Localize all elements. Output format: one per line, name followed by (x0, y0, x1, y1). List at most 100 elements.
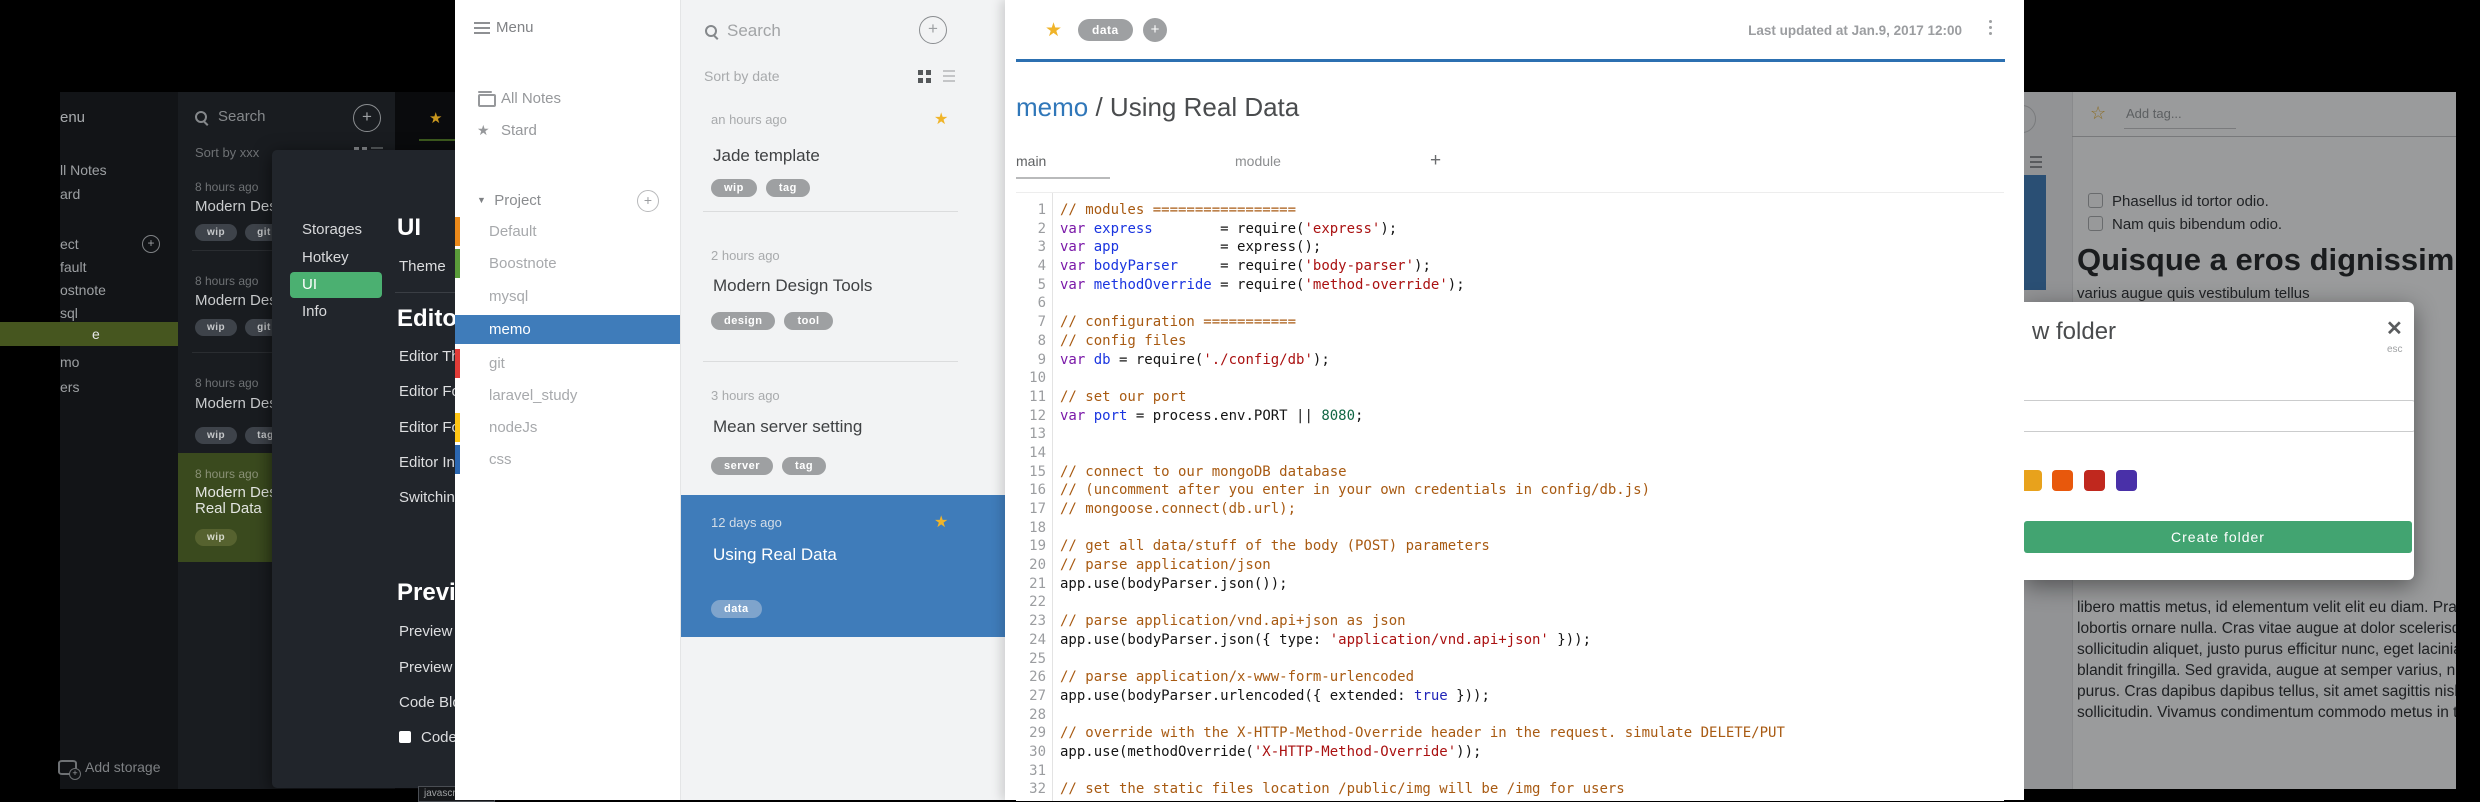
sidebar-item-mo[interactable]: mo (0, 350, 178, 374)
folder-name-input[interactable] (2024, 400, 2414, 432)
add-storage-button[interactable]: Add storage (0, 759, 178, 780)
note-tags: design tool (711, 311, 842, 330)
tag-pill[interactable]: wip (195, 529, 238, 546)
tag-pill[interactable]: tag (765, 179, 810, 197)
search-icon (195, 111, 207, 123)
sidebar-item-ostnote[interactable]: ostnote (0, 278, 178, 302)
sort-by-label[interactable]: Sort by date (704, 68, 780, 84)
note-time: 8 hours ago (195, 376, 259, 390)
folder-item-git[interactable]: git (455, 349, 680, 378)
create-folder-button[interactable]: Create folder (2024, 521, 2412, 553)
settings-tab-storages[interactable]: Storages (302, 221, 362, 238)
project-header[interactable]: ▼ Project (477, 192, 541, 209)
folder-item-css[interactable]: css (455, 445, 680, 474)
folder-item-Boostnote[interactable]: Boostnote (455, 249, 680, 278)
settings-row[interactable]: Editor Fo (399, 419, 460, 436)
note-time: 2 hours ago (711, 248, 780, 263)
star-icon[interactable]: ★ (429, 109, 442, 127)
sidebar-item-ard[interactable]: ard (0, 182, 178, 206)
folder-item-mysql[interactable]: mysql (455, 282, 680, 311)
folder-item-Default[interactable]: Default (455, 217, 680, 246)
sidebar-item-ers[interactable]: ers (0, 375, 178, 399)
tag-pill[interactable]: tool (784, 312, 833, 330)
folder-item-laravel_study[interactable]: laravel_study (455, 381, 680, 410)
add-folder-button[interactable]: + (142, 235, 160, 253)
note-tags: data (711, 599, 771, 618)
color-swatch[interactable] (2084, 470, 2105, 491)
color-swatch[interactable] (2116, 470, 2137, 491)
tab-main[interactable]: main (1016, 153, 1046, 169)
code-line: // set our port (1060, 388, 1187, 405)
add-folder-button[interactable]: + (637, 190, 659, 212)
folder-item-memo[interactable]: memo (455, 315, 680, 344)
star-icon[interactable]: ★ (934, 512, 948, 532)
list-view-icon[interactable] (371, 147, 383, 149)
note-title[interactable]: Mean server setting (713, 417, 862, 437)
dark-sort-label[interactable]: Sort by xxx (195, 145, 259, 160)
note-title[interactable]: Using Real Data (713, 545, 837, 565)
sidebar-item-ect[interactable]: ect + (0, 232, 178, 256)
settings-row[interactable]: Editor Inc (399, 454, 462, 471)
settings-tab-info[interactable]: Info (302, 303, 327, 320)
code-line: // modules ================= (1060, 202, 1297, 218)
kebab-menu-icon[interactable] (1989, 20, 1992, 23)
code-line: // mongoose.connect(db.url); (1060, 501, 1297, 517)
sidebar-item-fault[interactable]: fault (0, 255, 178, 279)
settings-row[interactable]: Editor Th (399, 348, 460, 365)
tag-pill[interactable]: tag (782, 457, 827, 475)
settings-row[interactable]: Theme (399, 258, 446, 275)
tag-pill[interactable]: design (711, 312, 776, 330)
add-tag-button[interactable]: + (1143, 18, 1167, 42)
dark-search-bar[interactable]: Search + (178, 104, 395, 132)
search-bar[interactable]: Search + (681, 0, 1006, 44)
checkbox-icon[interactable] (399, 730, 411, 743)
create-folder-modal: w folder ✕ esc Create folder (2024, 302, 2414, 580)
list-view-icon[interactable] (943, 70, 955, 72)
note-item-selected[interactable]: 12 days ago ★ Using Real Data data (681, 495, 1006, 637)
settings-tab-hotkey[interactable]: Hotkey (302, 249, 349, 266)
note-title[interactable]: Modern Design Tools (713, 276, 872, 296)
note-title[interactable]: Jade template (713, 146, 820, 166)
settings-row[interactable]: Code Blo (399, 694, 461, 711)
folder-color-bar (455, 349, 460, 378)
color-swatch[interactable] (2052, 470, 2073, 491)
settings-row[interactable]: Editor Fo (399, 383, 460, 400)
active-tab-underline (1016, 177, 1110, 179)
tag-pill[interactable]: server (711, 457, 774, 475)
breadcrumb: memo / Using Real Data (1016, 92, 1300, 122)
code-line: app.use(bodyParser.urlencoded({ extended… (1060, 687, 1490, 704)
tab-module[interactable]: module (1235, 153, 1281, 169)
settings-row[interactable]: Switching (399, 489, 463, 506)
tag-pill[interactable]: wip (711, 179, 757, 197)
sidebar-item-e[interactable]: e (0, 322, 178, 346)
dark-menu-button[interactable]: enu (0, 106, 178, 130)
note-title[interactable]: Using Real Data (1110, 92, 1299, 122)
folder-item-nodeJs[interactable]: nodeJs (455, 413, 680, 442)
code-content[interactable]: // modules ================= var express … (1060, 201, 1785, 799)
color-swatch[interactable] (2024, 470, 2042, 491)
tag-pill[interactable]: data (1078, 19, 1133, 41)
new-note-button[interactable]: + (919, 16, 947, 44)
close-icon[interactable]: ✕ (2386, 316, 2403, 341)
breadcrumb-folder[interactable]: memo (1016, 92, 1088, 122)
new-note-button[interactable]: + (353, 104, 381, 132)
tag-divider (419, 139, 455, 141)
tag-pill[interactable]: wip (195, 224, 238, 241)
code-editor[interactable]: 1 2 3 4 5 6 7 8 9 10 11 12 13 14 15 16 17 18 19 20 21 22 23 24 2… (1016, 192, 2004, 801)
folder-color-bar (455, 217, 460, 246)
note-list: Search + Sort by date an hours ago ★ Jade … (680, 0, 1006, 800)
settings-tab-ui[interactable]: UI (290, 272, 382, 298)
grid-view-icon[interactable] (918, 70, 923, 75)
tag-pill[interactable]: wip (195, 319, 238, 336)
note-time: 3 hours ago (711, 388, 780, 403)
code-line: // configuration =========== (1060, 314, 1297, 331)
tag-pill[interactable]: wip (195, 427, 238, 444)
sidebar-item-llNotes[interactable]: ll Notes (0, 158, 178, 182)
storage-icon (58, 760, 81, 780)
star-icon[interactable]: ★ (1045, 19, 1062, 42)
tag-pill[interactable]: data (711, 600, 762, 618)
star-icon[interactable]: ★ (934, 109, 948, 129)
new-tab-button[interactable]: + (1430, 150, 1441, 172)
sidebar: Menu All Notes ★ Stard ▼ Project + Defau… (455, 0, 680, 800)
